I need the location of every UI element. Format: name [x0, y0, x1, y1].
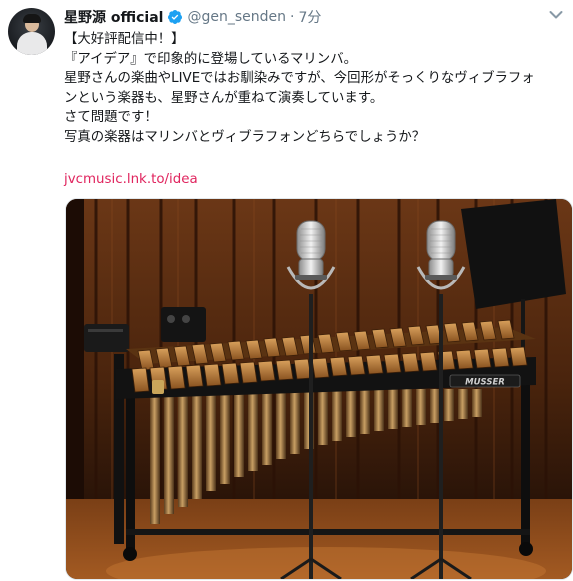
- tweet-photo[interactable]: MUSSER: [65, 198, 573, 580]
- tweet-text-line: 写真の楽器はマリンバとヴィブラフォンどちらでしょうか？: [64, 129, 426, 145]
- tweet-header: 星野源 official @gen_senden · 7分: [64, 6, 321, 28]
- marimba-photo: MUSSER: [66, 199, 572, 579]
- avatar[interactable]: [8, 8, 55, 55]
- separator-dot: ·: [289, 9, 295, 25]
- brand-plate-text: MUSSER: [465, 378, 505, 388]
- tweet-text-line: 星野さんの楽曲やLIVEではお馴染みですが、今回形がそっくりなヴィブラフォ: [64, 71, 535, 87]
- tweet-text-line: さて問題です！: [64, 110, 158, 126]
- tweet-text-line: 『アイデア』で印象的に登場しているマリンバ。: [64, 51, 357, 67]
- tweet-text: 【大好評配信中！】 『アイデア』で印象的に登場しているマリンバ。 星野さんの楽曲…: [64, 30, 564, 148]
- tweet-text-line: 【大好評配信中！】: [64, 32, 185, 47]
- tweet-link[interactable]: jvcmusic.lnk.to/idea: [64, 170, 198, 189]
- display-name[interactable]: 星野源 official: [64, 7, 163, 27]
- chevron-down-icon[interactable]: [549, 10, 563, 20]
- tweet-text-line: ンという楽器も、星野さんが重ねて演奏しています。: [64, 90, 384, 106]
- user-handle[interactable]: @gen_senden: [187, 9, 286, 25]
- verified-badge-icon: [168, 10, 183, 24]
- tweet-timestamp[interactable]: 7分: [298, 7, 321, 27]
